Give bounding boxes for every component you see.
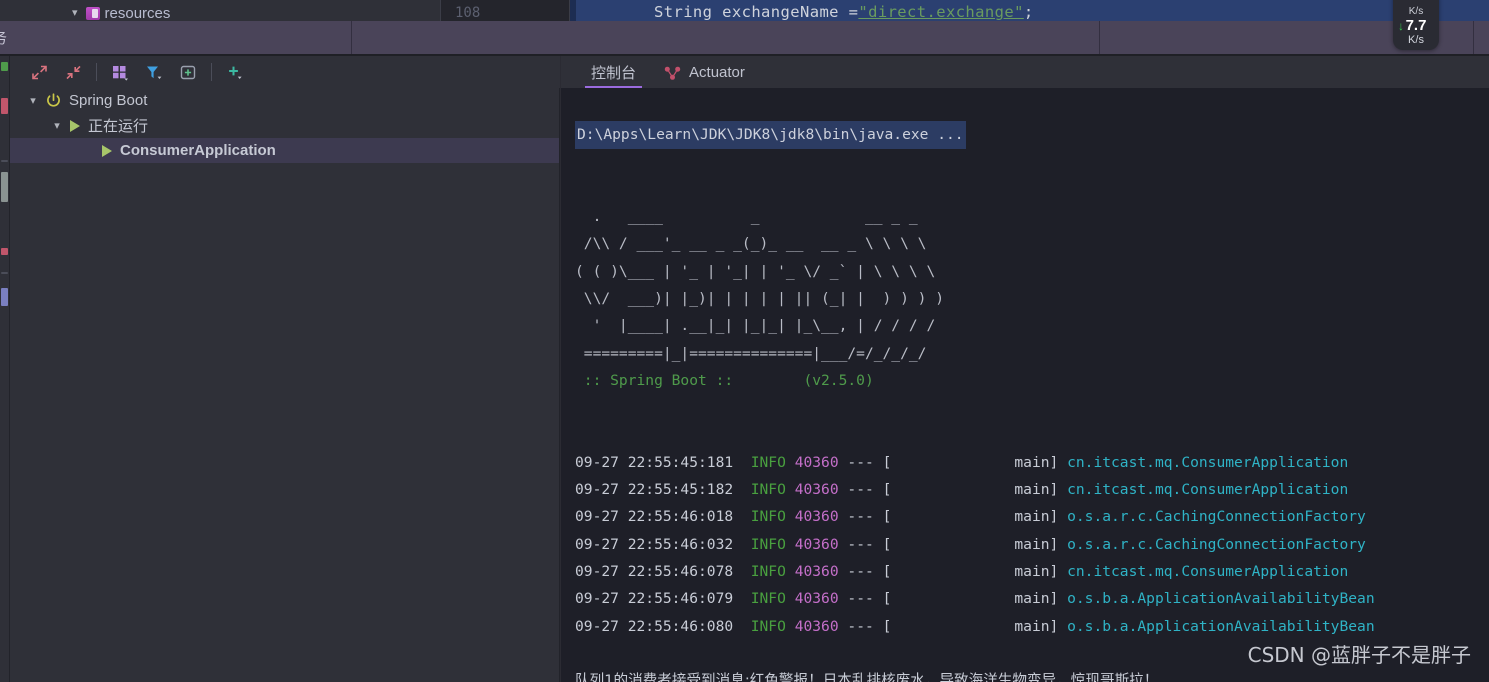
tree-row-running-group[interactable]: ▾ 正在运行 — [10, 113, 559, 138]
resources-folder-icon — [85, 7, 100, 20]
tree-label-running: 正在运行 — [88, 118, 149, 135]
tree-row-consumer-application[interactable]: ConsumerApplication — [10, 138, 559, 163]
stripe-marker-divider-1 — [1, 160, 8, 162]
console-panel: 控制台 Actuator D:\Apps\Learn\JDK\JDK8\jdk8… — [561, 56, 1489, 682]
run-dashboard-tree: ▾ Spring Boot ▾ 正在运行 ConsumerApplication — [10, 88, 560, 682]
collapse-all-icon[interactable] — [56, 58, 90, 86]
console-output[interactable]: D:\Apps\Learn\JDK\JDK8\jdk8\bin\java.exe… — [561, 88, 1489, 682]
breadcrumb-bar: 务 — [0, 21, 1489, 54]
watermark: CSDN @蓝胖子不是胖子 — [1247, 643, 1471, 667]
editor-top-strip: ▾ resources 108 String exchangeName = "d… — [0, 0, 1489, 21]
editor-gutter-line-number: 108 — [440, 0, 570, 21]
console-log-lines: 09-27 22:55:45:181 INFO 40360 --- [ main… — [575, 453, 1375, 635]
tree-label-consumer-application: ConsumerApplication — [120, 142, 276, 159]
chevron-down-icon[interactable]: ▾ — [50, 119, 64, 132]
console-banner: . ____ _ __ _ _ /\\ / ___'_ __ _ _(_)_ _… — [575, 208, 945, 389]
network-speed-unit: K/s — [1408, 34, 1424, 46]
tab-actuator[interactable]: Actuator — [650, 56, 759, 88]
download-arrow-icon: ↓ — [1398, 19, 1404, 33]
group-by-icon[interactable] — [103, 58, 137, 86]
power-icon — [45, 92, 62, 109]
code-semicolon: ; — [1023, 3, 1034, 21]
stripe-marker-divider-2 — [1, 272, 8, 274]
tree-row-spring-boot[interactable]: ▾ Spring Boot — [10, 88, 559, 113]
network-speed-value: 7.7 — [1405, 17, 1427, 34]
stripe-marker-gray — [1, 172, 8, 202]
project-tree-remnant[interactable]: ▾ resources — [0, 0, 440, 21]
resources-label: resources — [104, 5, 171, 21]
breadcrumb-cell-4[interactable] — [1474, 21, 1489, 54]
tab-console[interactable]: 控制台 — [577, 56, 650, 88]
network-speed-widget[interactable]: K/s 7.7 K/s ↓ — [1393, 0, 1439, 50]
stripe-marker-blue — [1, 288, 8, 306]
chevron-down-icon[interactable]: ▾ — [72, 8, 78, 19]
filter-icon[interactable] — [137, 58, 171, 86]
chevron-down-icon[interactable]: ▾ — [26, 94, 40, 107]
tree-label-spring-boot: Spring Boot — [69, 92, 148, 109]
stripe-marker-green — [1, 62, 8, 71]
breadcrumb-cell-1[interactable]: 务 — [0, 21, 352, 54]
run-icon — [102, 144, 112, 157]
expand-all-icon[interactable] — [22, 58, 56, 86]
run-dashboard-toolbar — [10, 56, 560, 88]
stripe-marker-red-2 — [1, 248, 8, 255]
ide-window: ▾ resources 108 String exchangeName = "d… — [0, 0, 1489, 682]
breadcrumb-partial-text: 务 — [0, 27, 7, 48]
add-tab-icon[interactable] — [171, 58, 205, 86]
tool-window-stripe[interactable] — [0, 56, 10, 682]
console-tab-bar: 控制台 Actuator — [561, 56, 1489, 88]
code-string-literal: "direct.exchange" — [858, 3, 1024, 21]
editor-code-line[interactable]: String exchangeName = "direct.exchange"; — [570, 0, 1489, 21]
code-keyword: String exchangeName = — [654, 3, 859, 21]
plus-icon[interactable] — [218, 58, 252, 86]
toolbar-divider-1 — [96, 63, 97, 81]
console-command-line: D:\Apps\Learn\JDK\JDK8\jdk8\bin\java.exe… — [575, 121, 966, 149]
actuator-icon — [664, 65, 681, 80]
breadcrumb-cell-2[interactable] — [352, 21, 1100, 54]
run-icon — [70, 119, 80, 132]
tab-actuator-label: Actuator — [689, 63, 745, 81]
stripe-marker-red — [1, 98, 8, 114]
console-app-message: 队列1的消费者接受到消息:红色警报！日本乱排核废水，导致海洋生物变异，惊现哥斯拉… — [575, 672, 1159, 682]
tab-console-label: 控制台 — [591, 64, 637, 82]
toolbar-divider-2 — [211, 63, 212, 81]
